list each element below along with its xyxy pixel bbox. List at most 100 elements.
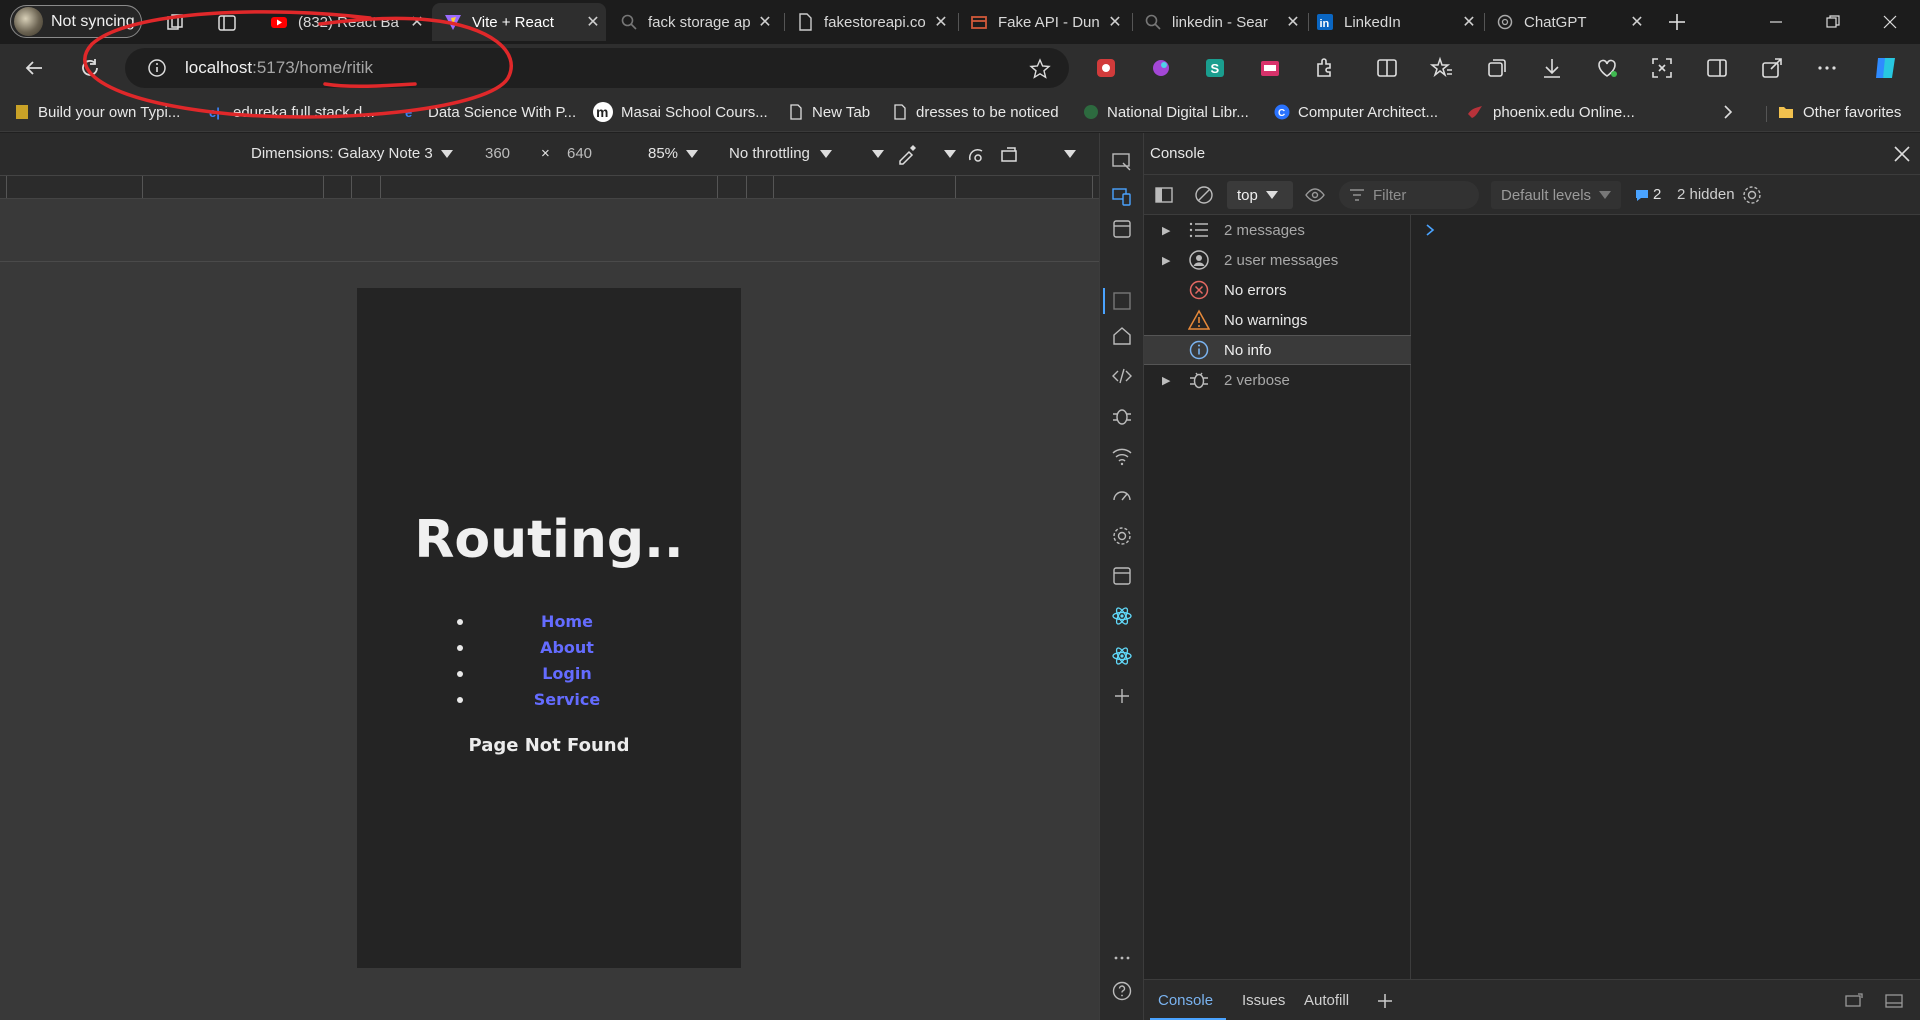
downloads-icon[interactable] xyxy=(1540,56,1564,80)
close-icon[interactable]: ✕ xyxy=(404,12,430,32)
bookmark[interactable]: e Data Science With P... xyxy=(404,100,576,124)
tab-chatgpt[interactable]: ChatGPT ✕ xyxy=(1484,3,1650,41)
bookmark[interactable]: m Masai School Cours... xyxy=(593,100,768,124)
close-icon[interactable]: ✕ xyxy=(752,12,778,32)
close-icon[interactable]: ✕ xyxy=(1456,12,1482,32)
filter-input[interactable]: Filter xyxy=(1339,181,1479,209)
react-profiler-icon[interactable] xyxy=(1111,645,1133,667)
live-expression-eye-icon[interactable] xyxy=(1304,185,1326,205)
close-icon[interactable]: ✕ xyxy=(1624,12,1650,32)
tab-vite-react[interactable]: Vite + React ✕ xyxy=(432,3,606,41)
drawer-tab-autofill[interactable]: Autofill xyxy=(1304,992,1349,1009)
device-height-input[interactable]: 640 xyxy=(567,145,592,162)
nav-link-home[interactable]: Home xyxy=(467,612,667,631)
extension-purple-icon[interactable] xyxy=(1149,56,1173,80)
performance-icon[interactable] xyxy=(1111,485,1133,507)
close-icon[interactable]: ✕ xyxy=(1102,12,1128,32)
device-width-input[interactable]: 360 xyxy=(485,145,510,162)
drawer-tab-issues[interactable]: Issues xyxy=(1242,992,1285,1009)
extensions-puzzle-icon[interactable] xyxy=(1313,56,1337,80)
console-prompt-icon[interactable] xyxy=(1424,223,1436,237)
device-dimensions-select[interactable]: Dimensions: Galaxy Note 3 xyxy=(251,145,453,162)
split-screen-icon[interactable] xyxy=(1375,56,1399,80)
bookmark[interactable]: phoenix.edu Online... xyxy=(1465,100,1635,124)
new-tab-icon[interactable] xyxy=(1666,11,1688,33)
sidebar-toggle-icon[interactable] xyxy=(1705,56,1729,80)
save-data-dropdown-icon[interactable] xyxy=(872,149,884,159)
chevron-right-icon[interactable] xyxy=(1720,104,1736,120)
expand-arrow-icon[interactable]: ▶ xyxy=(1162,224,1174,237)
tab-linkedin[interactable]: in LinkedIn ✕ xyxy=(1308,3,1482,41)
welcome-panel-icon[interactable] xyxy=(1111,218,1133,240)
vertical-tabs-icon[interactable] xyxy=(217,13,237,33)
add-drawer-tab-icon[interactable] xyxy=(1376,992,1394,1010)
nav-link-login[interactable]: Login xyxy=(467,664,667,683)
close-devtools-icon[interactable] xyxy=(1893,145,1911,163)
close-icon[interactable]: ✕ xyxy=(1280,12,1306,32)
sidebar-item-warnings[interactable]: No warnings xyxy=(1144,305,1411,335)
dropdown-arrow-icon[interactable] xyxy=(944,149,956,159)
favorite-star-icon[interactable] xyxy=(1029,58,1051,80)
address-bar[interactable]: localhost:5173/home/ritik xyxy=(125,48,1069,88)
bookmark[interactable]: dresses to be noticed xyxy=(892,100,1059,124)
bookmark[interactable]: C Computer Architect... xyxy=(1274,100,1438,124)
add-tool-icon[interactable] xyxy=(1111,685,1133,707)
sidebar-item-messages[interactable]: ▶ 2 messages xyxy=(1144,215,1411,245)
sidebar-item-info[interactable]: No info xyxy=(1144,335,1411,365)
tab-fake-api[interactable]: Fake API - Dun ✕ xyxy=(958,3,1128,41)
minimize-drawer-icon[interactable] xyxy=(1884,992,1904,1010)
inspect-icon[interactable] xyxy=(1111,151,1133,173)
minimize-icon[interactable] xyxy=(1768,14,1784,30)
tab-search-fack-storage[interactable]: fack storage ap ✕ xyxy=(608,3,778,41)
workspaces-icon[interactable] xyxy=(165,13,185,33)
extension-badge-icon[interactable] xyxy=(1258,56,1282,80)
settings-gear-icon[interactable] xyxy=(1111,525,1133,547)
extension-red-icon[interactable] xyxy=(1094,56,1118,80)
extension-teal-icon[interactable]: S xyxy=(1203,56,1227,80)
rotate-icon[interactable] xyxy=(999,143,1023,165)
restore-icon[interactable] xyxy=(1825,14,1841,30)
sidebar-item-errors[interactable]: No errors xyxy=(1144,275,1411,305)
drawer-tab-console[interactable]: Console xyxy=(1150,980,1226,1020)
favorites-icon[interactable] xyxy=(1430,56,1454,80)
device-emulation-icon[interactable] xyxy=(1111,186,1133,208)
color-picker-icon[interactable] xyxy=(896,143,918,165)
share-icon[interactable] xyxy=(1760,56,1784,80)
zoom-select[interactable]: 85% xyxy=(648,145,699,162)
close-icon[interactable]: ✕ xyxy=(580,12,606,32)
sidebar-toggle-icon[interactable] xyxy=(1154,185,1174,205)
bookmark[interactable]: National Digital Libr... xyxy=(1083,100,1249,124)
more-tools-icon[interactable] xyxy=(1111,947,1133,969)
bookmark[interactable]: e| edureka full stack d... xyxy=(209,100,375,124)
sensors-icon[interactable] xyxy=(966,144,988,166)
log-levels-select[interactable]: Default levels xyxy=(1491,181,1621,209)
react-components-icon[interactable] xyxy=(1111,605,1133,627)
application-icon[interactable] xyxy=(1111,565,1133,587)
screenshot-icon[interactable] xyxy=(1650,56,1674,80)
clear-console-icon[interactable] xyxy=(1194,185,1214,205)
info-icon[interactable] xyxy=(147,58,167,78)
bookmark[interactable]: New Tab xyxy=(788,100,870,124)
tab-search-linkedin[interactable]: linkedin - Sear ✕ xyxy=(1132,3,1306,41)
throttling-select[interactable]: No throttling xyxy=(729,145,832,162)
more-options-icon[interactable] xyxy=(1815,56,1839,80)
context-select[interactable]: top xyxy=(1227,181,1293,209)
other-favorites[interactable]: Other favorites xyxy=(1777,100,1901,124)
bug-icon[interactable] xyxy=(1111,405,1133,427)
issues-counter[interactable]: 2 xyxy=(1634,186,1661,203)
sources-code-icon[interactable] xyxy=(1111,365,1133,387)
home-icon[interactable] xyxy=(1111,325,1133,347)
tab-fakestoreapi[interactable]: fakestoreapi.co ✕ xyxy=(784,3,954,41)
close-icon[interactable]: ✕ xyxy=(928,12,954,32)
browser-essentials-icon[interactable] xyxy=(1595,56,1619,80)
nav-link-about[interactable]: About xyxy=(467,638,667,657)
nav-link-service[interactable]: Service xyxy=(467,690,667,709)
expand-arrow-icon[interactable]: ▶ xyxy=(1162,374,1174,387)
dock-drawer-icon[interactable] xyxy=(1844,992,1864,1010)
refresh-icon[interactable] xyxy=(78,56,102,80)
tab-youtube[interactable]: (832) React Ba ✕ xyxy=(258,3,430,41)
help-icon[interactable] xyxy=(1111,980,1133,1002)
network-wifi-icon[interactable] xyxy=(1111,445,1133,467)
more-options-dropdown-icon[interactable] xyxy=(1064,149,1076,159)
console-settings-gear-icon[interactable] xyxy=(1741,184,1763,206)
